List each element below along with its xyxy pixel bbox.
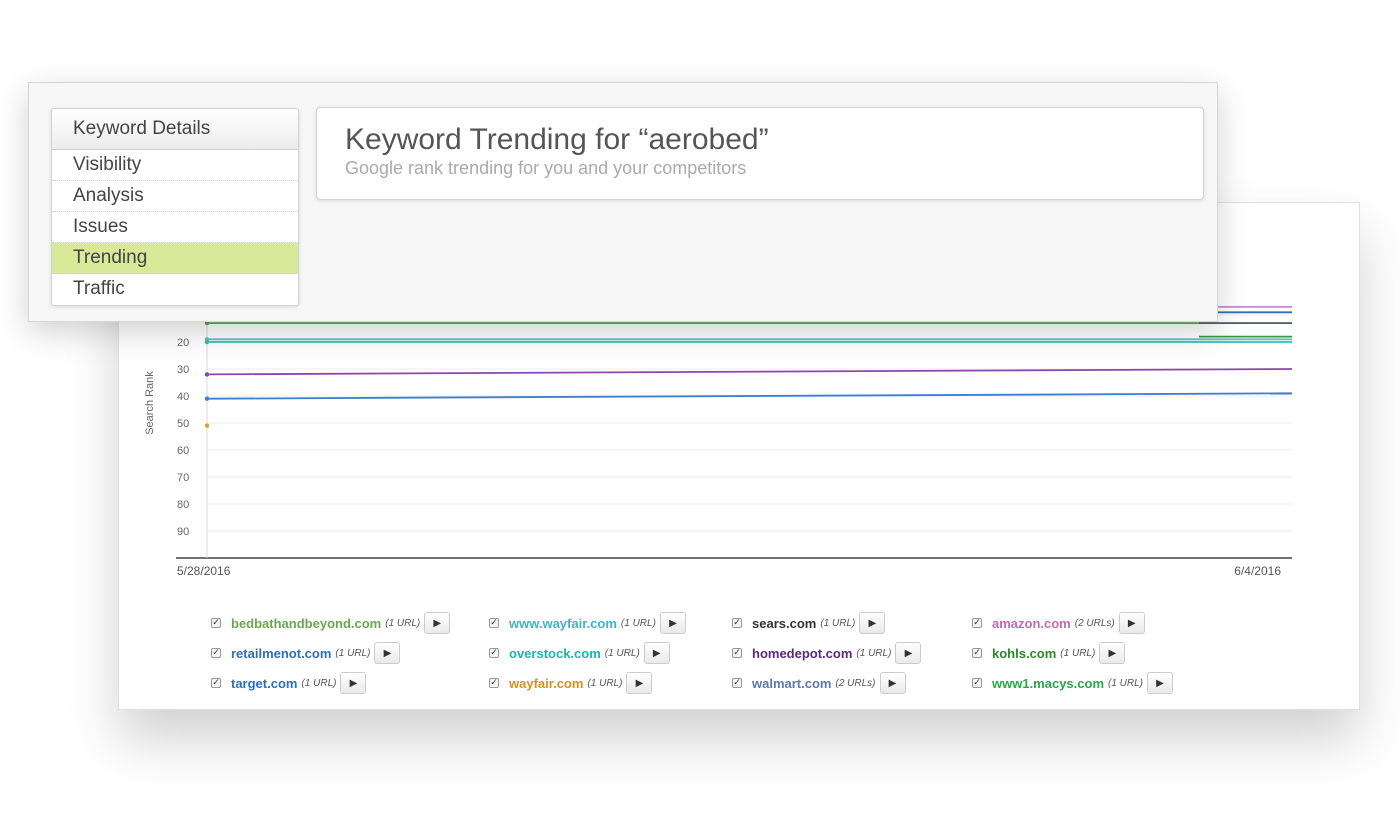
legend-url-count: (1 URL) <box>604 647 640 659</box>
legend-site-name: target.com <box>231 675 298 691</box>
play-icon[interactable]: ▶ <box>1118 612 1145 634</box>
checkbox-checked-icon[interactable]: ✓ <box>972 678 982 688</box>
legend-item: ✓ walmart.com (2 URLs) ▶ <box>732 671 972 695</box>
nav-item-issues[interactable]: Issues <box>52 212 298 243</box>
legend-item: ✓ bedbathandbeyond.com (1 URL) ▶ <box>211 611 489 635</box>
checkbox-checked-icon[interactable]: ✓ <box>211 648 221 658</box>
keyword-panel: Keyword Details Visibility Analysis Issues… <box>28 82 1218 322</box>
checkbox-checked-icon[interactable]: ✓ <box>211 618 221 628</box>
nav-item-trending[interactable]: Trending <box>52 243 298 274</box>
y-tick-label: 80 <box>177 499 189 511</box>
legend-url-count: (1 URL) <box>385 617 421 629</box>
legend-item: ✓ kohls.com (1 URL) ▶ <box>972 641 1212 665</box>
play-icon[interactable]: ▶ <box>374 642 401 664</box>
play-icon[interactable]: ▶ <box>879 672 906 694</box>
y-tick-label: 50 <box>177 418 189 430</box>
legend-site-name: sears.com <box>752 615 817 631</box>
legend-url-count: (2 URLs) <box>1074 617 1115 629</box>
page-title: Keyword Trending for “aerobed” <box>345 123 769 156</box>
play-icon[interactable]: ▶ <box>1099 642 1126 664</box>
legend-item: ✓ retailmenot.com (1 URL) ▶ <box>211 641 489 665</box>
checkbox-checked-icon[interactable]: ✓ <box>732 678 742 688</box>
checkbox-checked-icon[interactable]: ✓ <box>489 618 499 628</box>
checkbox-checked-icon[interactable]: ✓ <box>489 648 499 658</box>
legend-item: ✓ overstock.com (1 URL) ▶ <box>489 641 732 665</box>
series-point <box>204 423 210 428</box>
nav-item-visibility[interactable]: Visibility <box>52 150 298 181</box>
legend-url-count: (1 URL) <box>620 617 656 629</box>
series-point <box>204 372 210 377</box>
legend-item: ✓ www.wayfair.com (1 URL) ▶ <box>489 611 732 635</box>
series-point <box>204 396 210 401</box>
legend-url-count: (1 URL) <box>301 677 337 689</box>
legend-url-count: (2 URLs) <box>835 677 876 689</box>
checkbox-checked-icon[interactable]: ✓ <box>489 678 499 688</box>
play-icon[interactable]: ▶ <box>340 672 367 694</box>
nav-header: Keyword Details <box>52 109 298 150</box>
page-subtitle: Google rank trending for you and your co… <box>345 158 747 178</box>
checkbox-checked-icon[interactable]: ✓ <box>211 678 221 688</box>
legend-site-name: walmart.com <box>752 675 832 691</box>
title-box: Keyword Trending for “aerobed” Google ra… <box>316 107 1204 200</box>
series-line <box>206 368 1293 376</box>
keyword-details-nav: Keyword Details Visibility Analysis Issues… <box>51 108 299 306</box>
legend-site-name: overstock.com <box>509 645 601 661</box>
legend-url-count: (1 URL) <box>820 617 856 629</box>
legend-item: ✓ www1.macys.com (1 URL) ▶ <box>972 671 1212 695</box>
y-tick-label: 20 <box>177 337 189 349</box>
play-icon[interactable]: ▶ <box>659 612 686 634</box>
legend-item: ✓ homedepot.com (1 URL) ▶ <box>732 641 972 665</box>
legend-url-count: (1 URL) <box>1060 647 1096 659</box>
legend-site-name: kohls.com <box>992 645 1057 661</box>
play-icon[interactable]: ▶ <box>1147 672 1174 694</box>
y-tick-label: 60 <box>177 445 189 457</box>
nav-item-analysis[interactable]: Analysis <box>52 181 298 212</box>
checkbox-checked-icon[interactable]: ✓ <box>732 618 742 628</box>
legend-url-count: (1 URL) <box>1108 677 1144 689</box>
play-icon[interactable]: ▶ <box>859 612 886 634</box>
play-icon[interactable]: ▶ <box>643 642 670 664</box>
legend-site-name: homedepot.com <box>752 645 853 661</box>
legend-url-count: (1 URL) <box>856 647 892 659</box>
legend: ✓ bedbathandbeyond.com (1 URL) ▶ ✓ www.wayfai… <box>211 611 1211 695</box>
checkbox-checked-icon[interactable]: ✓ <box>732 648 742 658</box>
play-icon[interactable]: ▶ <box>424 612 451 634</box>
legend-item: ✓ sears.com (1 URL) ▶ <box>732 611 972 635</box>
y-tick-label: 70 <box>177 472 189 484</box>
legend-site-name: retailmenot.com <box>231 645 332 661</box>
legend-site-name: www.wayfair.com <box>509 615 617 631</box>
x-start-label: 5/28/2016 <box>177 564 231 578</box>
series-point <box>204 339 210 345</box>
y-axis-title: Search Rank <box>144 371 156 435</box>
legend-url-count: (1 URL) <box>587 677 623 689</box>
y-tick-label: 40 <box>177 391 189 403</box>
nav-item-traffic[interactable]: Traffic <box>52 274 298 305</box>
legend-site-name: wayfair.com <box>509 675 584 691</box>
checkbox-checked-icon[interactable]: ✓ <box>972 618 982 628</box>
legend-item: ✓ wayfair.com (1 URL) ▶ <box>489 671 732 695</box>
play-icon[interactable]: ▶ <box>626 672 653 694</box>
legend-item: ✓ target.com (1 URL) ▶ <box>211 671 489 695</box>
legend-site-name: bedbathandbeyond.com <box>231 615 382 631</box>
legend-url-count: (1 URL) <box>335 647 371 659</box>
play-icon[interactable]: ▶ <box>895 642 922 664</box>
checkbox-checked-icon[interactable]: ✓ <box>972 648 982 658</box>
legend-site-name: www1.macys.com <box>992 675 1104 691</box>
x-end-label: 6/4/2016 <box>1234 564 1281 578</box>
legend-item: ✓ amazon.com (2 URLs) ▶ <box>972 611 1212 635</box>
legend-site-name: amazon.com <box>992 615 1071 631</box>
y-tick-label: 30 <box>177 364 189 376</box>
y-tick-label: 90 <box>177 526 189 538</box>
